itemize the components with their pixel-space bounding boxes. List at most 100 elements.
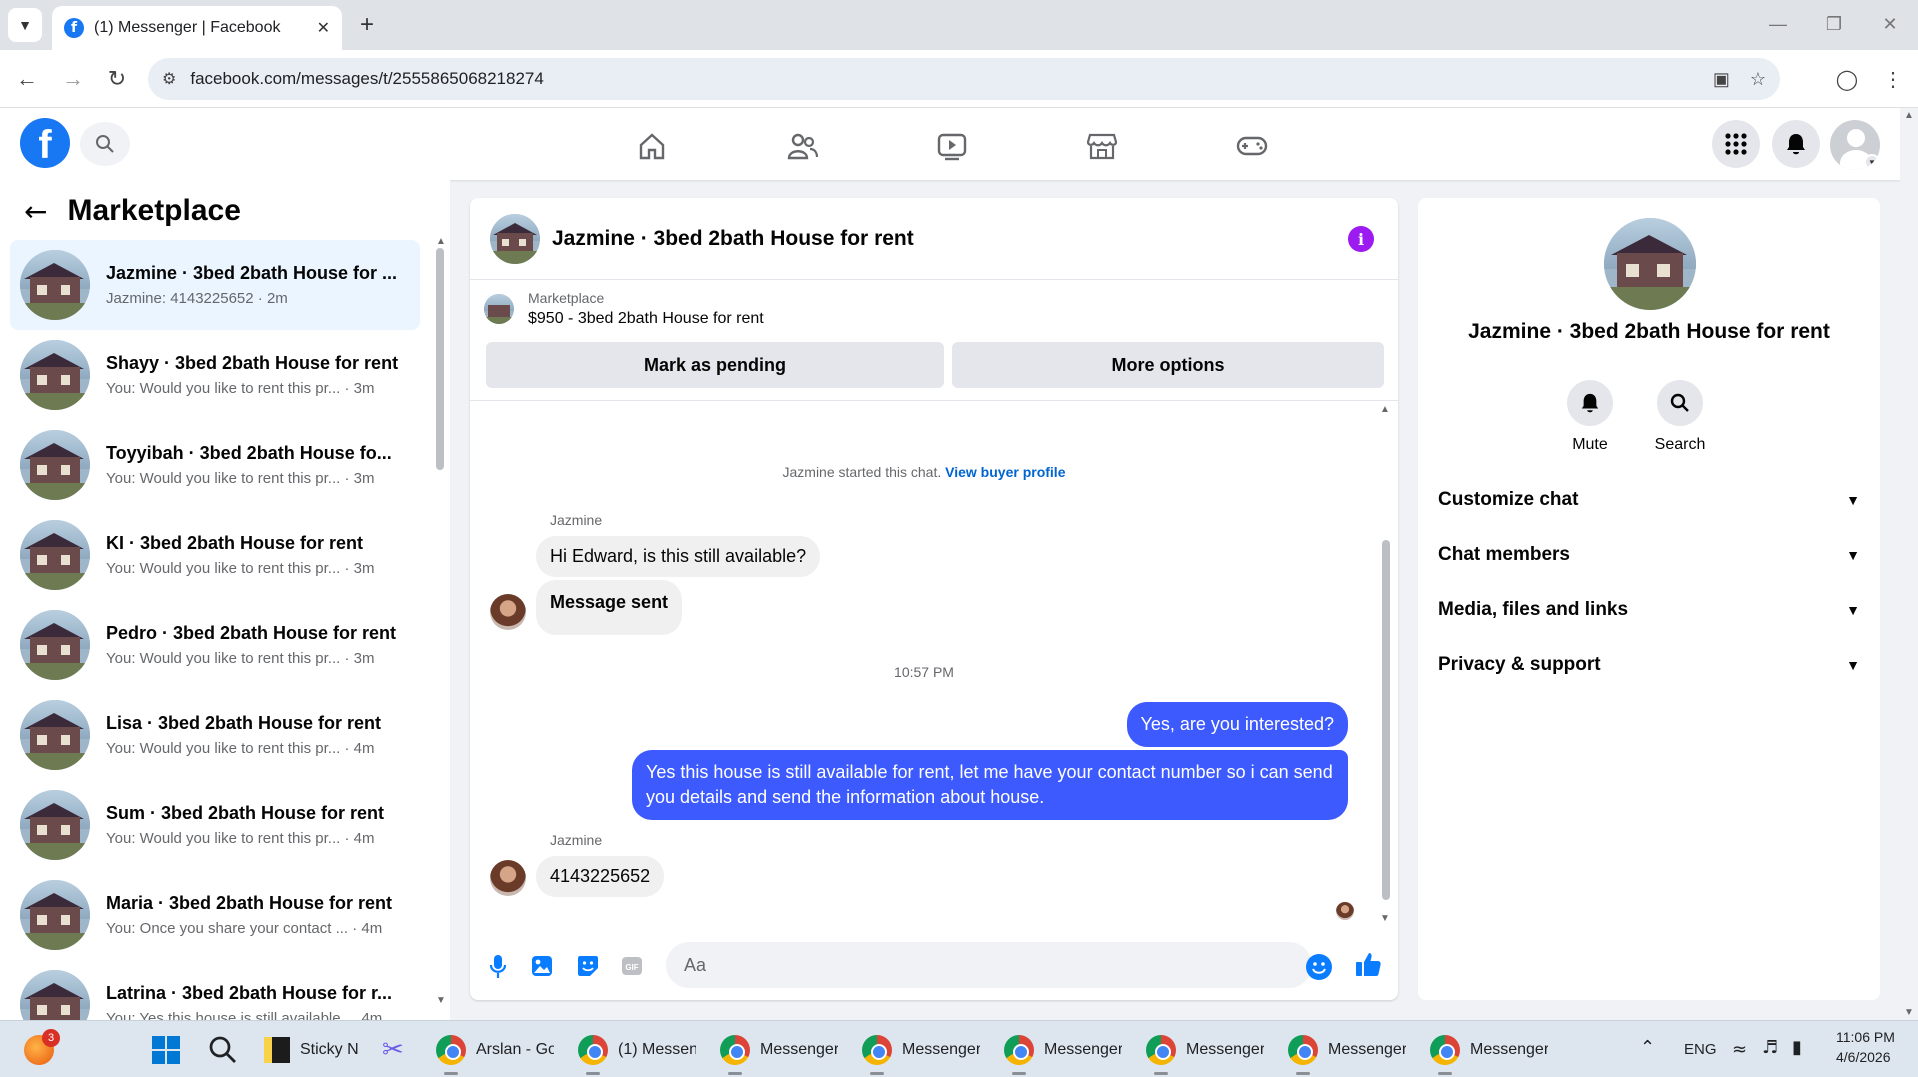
sender-avatar[interactable] xyxy=(490,594,526,630)
photo-icon[interactable] xyxy=(528,952,556,980)
notification-badge: 3 xyxy=(42,1029,60,1047)
incoming-message[interactable]: Hi Edward, is this still available? xyxy=(536,536,821,577)
windows-taskbar: 3 Sticky N ✂ Arslan - Go (1) Messeng Mes… xyxy=(0,1020,1918,1077)
conversation-item[interactable]: KI · 3bed 2bath House for rent You: Would… xyxy=(10,510,420,600)
media-files-links-section[interactable]: Media, files and links ▼ xyxy=(1438,590,1860,630)
chevron-down-icon: ▼ xyxy=(1864,154,1880,170)
taskbar-sticky-notes[interactable]: Sticky N xyxy=(264,1029,370,1071)
house-listing-avatar[interactable] xyxy=(490,213,540,264)
taskbar-chrome-window[interactable]: (1) Messeng xyxy=(578,1029,696,1075)
marketplace-store-icon[interactable] xyxy=(1082,126,1122,166)
conversation-item[interactable]: Sum · 3bed 2bath House for rent You: Woul… xyxy=(10,780,420,870)
clock-time[interactable]: 11:06 PM xyxy=(1836,1029,1895,1045)
taskbar-chrome-window[interactable]: Messenger xyxy=(1288,1029,1406,1075)
chat-scrollbar[interactable]: ▲ ▼ xyxy=(1378,404,1394,924)
gaming-icon[interactable] xyxy=(1232,126,1272,166)
back-arrow-icon[interactable]: ← xyxy=(24,195,47,228)
language-indicator[interactable]: ENG xyxy=(1684,1041,1717,1058)
reload-icon[interactable]: ↻ xyxy=(102,64,132,94)
microphone-icon[interactable] xyxy=(484,952,512,980)
scroll-up-icon[interactable]: ▲ xyxy=(1904,110,1914,121)
minimize-icon[interactable]: — xyxy=(1750,8,1806,40)
taskbar-chrome-window[interactable]: Messenger xyxy=(1146,1029,1264,1075)
taskbar-chrome-window[interactable]: Messenger xyxy=(862,1029,980,1075)
privacy-support-section[interactable]: Privacy & support ▼ xyxy=(1438,645,1860,685)
close-window-icon[interactable]: ✕ xyxy=(1862,8,1918,40)
site-info-icon[interactable]: ⚙ xyxy=(162,69,176,89)
browser-profile-icon[interactable]: ◯ xyxy=(1832,64,1862,94)
conversation-item[interactable]: Toyyibah · 3bed 2bath House fo... You: Wo… xyxy=(10,420,420,510)
search-icon[interactable] xyxy=(80,122,130,166)
restore-icon[interactable]: ❐ xyxy=(1806,8,1862,40)
friends-icon[interactable] xyxy=(782,126,822,166)
taskbar-search[interactable] xyxy=(208,1029,238,1071)
url-omnibox[interactable]: ⚙ facebook.com/messages/t/25558650682182… xyxy=(148,58,1780,100)
conversation-item[interactable]: Shayy · 3bed 2bath House for rent You: Wo… xyxy=(10,330,420,420)
chat-members-section[interactable]: Chat members ▼ xyxy=(1438,535,1860,575)
volume-icon[interactable]: ♬ xyxy=(1762,1037,1778,1058)
conversation-item[interactable]: Latrina · 3bed 2bath House for r... You: … xyxy=(10,960,420,1020)
notifications-bell-icon[interactable] xyxy=(1772,120,1820,168)
scroll-down-icon[interactable]: ▼ xyxy=(1380,913,1390,924)
scroll-up-icon[interactable]: ▲ xyxy=(436,236,446,247)
wifi-icon[interactable]: ≈ xyxy=(1732,1039,1747,1060)
sender-avatar[interactable] xyxy=(490,860,526,896)
message-input[interactable]: Aa xyxy=(666,942,1312,988)
info-icon[interactable]: i xyxy=(1348,226,1374,252)
menu-grid-icon[interactable] xyxy=(1712,120,1760,168)
marketplace-listing-row[interactable]: Marketplace $950 - 3bed 2bath House for … xyxy=(484,290,764,328)
view-buyer-profile-link[interactable]: View buyer profile xyxy=(945,464,1065,480)
browser-menu-icon[interactable]: ⋮ xyxy=(1878,64,1908,94)
incoming-message[interactable]: 4143225652 xyxy=(536,856,665,897)
sticker-icon[interactable] xyxy=(574,952,602,980)
scroll-down-icon[interactable]: ▼ xyxy=(1904,1007,1914,1018)
scroll-down-icon[interactable]: ▼ xyxy=(436,995,446,1006)
taskbar-chrome-window[interactable]: Messenger xyxy=(1004,1029,1122,1075)
battery-icon[interactable]: ▮ xyxy=(1792,1037,1802,1058)
bookmark-star-icon[interactable]: ☆ xyxy=(1750,69,1766,90)
page-scrollbar[interactable]: ▲ ▼ xyxy=(1900,108,1918,1020)
facebook-logo-icon[interactable]: f xyxy=(20,118,70,168)
chat-title[interactable]: Jazmine · 3bed 2bath House for rent xyxy=(552,227,914,251)
taskbar-chrome-window[interactable]: Arslan - Go xyxy=(436,1029,554,1075)
taskbar-chrome-window[interactable]: Messenger xyxy=(1430,1029,1548,1075)
tray-chevron-up-icon[interactable]: ⌃ xyxy=(1640,1037,1655,1058)
taskbar-snipping-tool[interactable]: ✂ xyxy=(382,1029,404,1071)
conversation-item[interactable]: Maria · 3bed 2bath House for rent You: On… xyxy=(10,870,420,960)
search-conversation-button[interactable]: Search xyxy=(1640,380,1720,454)
conversation-list-scrollbar[interactable]: ▲ ▼ xyxy=(434,236,446,1006)
tab-search-chevron-icon[interactable]: ▼ xyxy=(8,8,42,42)
more-options-button[interactable]: More options xyxy=(952,342,1384,388)
conversation-item[interactable]: Jazmine · 3bed 2bath House for ... Jazmin… xyxy=(10,240,420,330)
install-app-icon[interactable]: ▣ xyxy=(1713,69,1730,90)
taskbar-chrome-window[interactable]: Messenger xyxy=(720,1029,838,1075)
back-arrow-icon[interactable]: ← xyxy=(12,64,42,94)
section-label: Privacy & support xyxy=(1438,654,1601,675)
home-icon[interactable] xyxy=(632,126,672,166)
emoji-icon[interactable] xyxy=(1306,954,1332,980)
outgoing-message[interactable]: Yes this house is still available for re… xyxy=(632,750,1348,820)
conversation-item[interactable]: Lisa · 3bed 2bath House for rent You: Wou… xyxy=(10,690,420,780)
gif-icon[interactable]: GIF xyxy=(618,952,646,980)
scroll-up-icon[interactable]: ▲ xyxy=(1380,404,1390,415)
browser-tab[interactable]: f (1) Messenger | Facebook ✕ xyxy=(52,6,342,50)
conversation-item[interactable]: Pedro · 3bed 2bath House for rent You: Wo… xyxy=(10,600,420,690)
mark-as-pending-button[interactable]: Mark as pending xyxy=(486,342,944,388)
scrollbar-thumb[interactable] xyxy=(1382,540,1390,900)
incoming-message[interactable]: Message sent xyxy=(536,580,683,635)
new-tab-plus-icon[interactable]: + xyxy=(352,10,382,40)
clock-date[interactable]: 4/6/2026 xyxy=(1836,1049,1891,1065)
account-avatar[interactable]: ▼ xyxy=(1830,120,1880,170)
close-tab-icon[interactable]: ✕ xyxy=(317,18,330,38)
taskbar-weather-app[interactable]: 3 xyxy=(24,1029,60,1071)
outgoing-message[interactable]: Yes, are you interested? xyxy=(1126,702,1348,747)
thumbs-up-icon[interactable] xyxy=(1354,950,1382,978)
scrollbar-thumb[interactable] xyxy=(436,248,444,470)
start-button[interactable] xyxy=(152,1029,180,1071)
contact-avatar[interactable] xyxy=(1604,218,1696,310)
mute-button[interactable]: Mute xyxy=(1550,380,1630,454)
url-text[interactable]: facebook.com/messages/t/2555865068218274 xyxy=(190,69,1693,89)
forward-arrow-icon[interactable]: → xyxy=(58,64,88,94)
customize-chat-section[interactable]: Customize chat ▼ xyxy=(1438,480,1860,520)
watch-video-icon[interactable] xyxy=(932,126,972,166)
